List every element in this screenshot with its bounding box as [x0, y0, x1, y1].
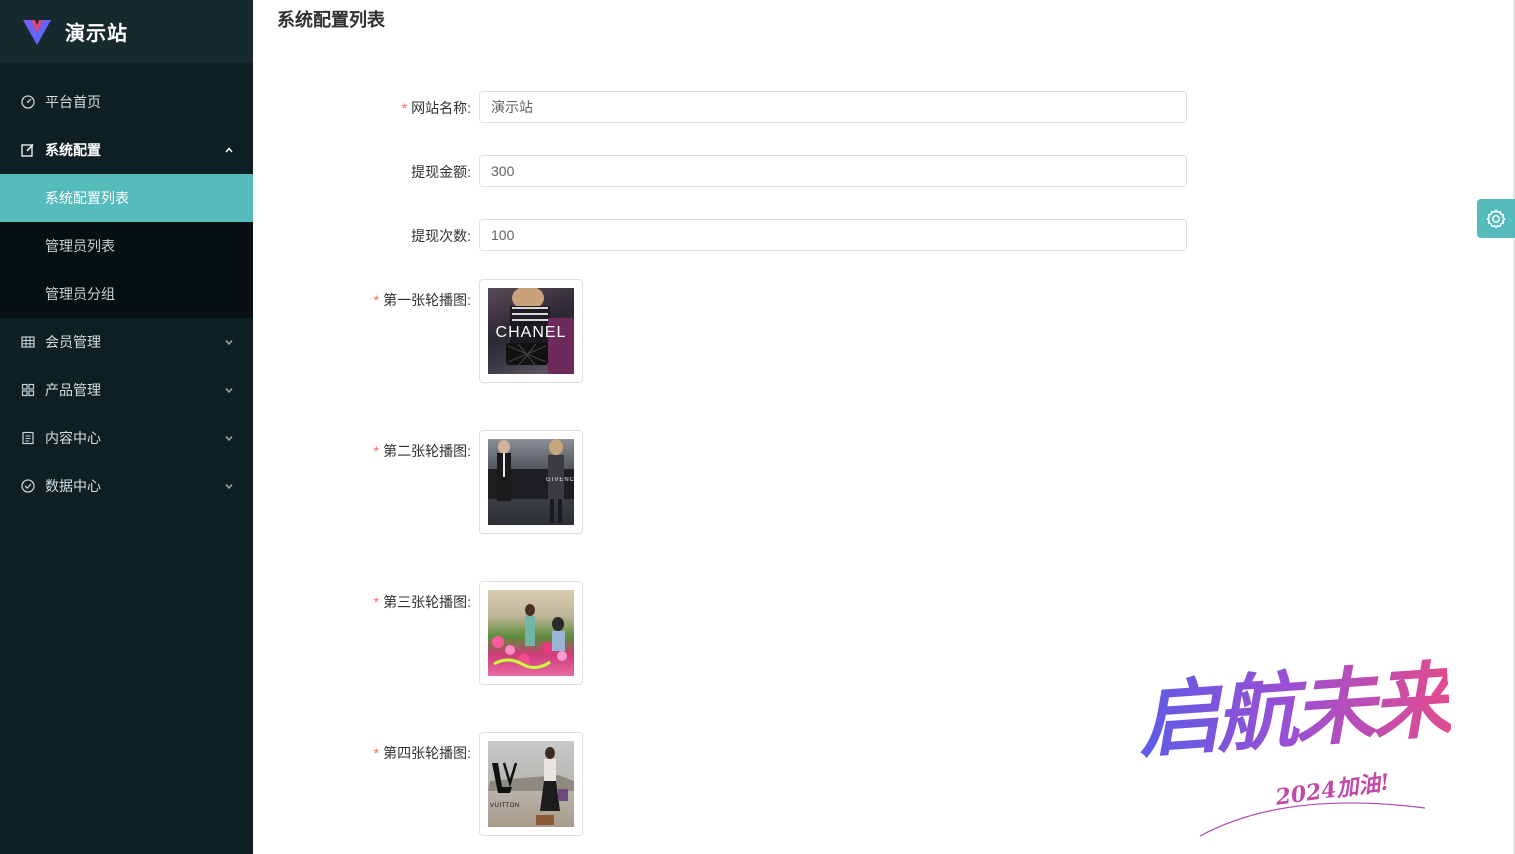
banner-2-image: GIVENCHY	[488, 439, 574, 525]
sidebar-item-label: 会员管理	[45, 334, 101, 350]
chevron-down-icon	[223, 432, 235, 444]
banner-1-image: CHANEL	[488, 288, 574, 374]
site-name-label-text: 网站名称:	[411, 100, 471, 116]
edit-icon	[20, 142, 36, 158]
banner-4-image-text: VUITTON	[490, 803, 520, 809]
banner-4-image: VUITTON	[488, 741, 574, 827]
sidebar: 演示站 平台首页 系统配置 系统配置列表 管理员列表 管理员分组 会员管理 产品…	[0, 0, 253, 854]
form-row-site-name: * 网站名称:	[253, 91, 1253, 123]
sidebar-subitem-config-list[interactable]: 系统配置列表	[0, 174, 253, 222]
withdraw-count-label: 提现次数:	[411, 228, 471, 244]
banner-3-upload[interactable]	[479, 581, 583, 685]
sidebar-item-label: 内容中心	[45, 430, 101, 446]
banner-3-label-text: 第三张轮播图:	[383, 594, 471, 610]
submenu-system-config: 系统配置列表 管理员列表 管理员分组	[0, 174, 253, 318]
banner-1-label: * 第一张轮播图:	[374, 290, 471, 310]
banner-4-label: * 第四张轮播图:	[374, 743, 471, 763]
sidebar-item-label: 系统配置	[45, 142, 101, 158]
page-title: 系统配置列表	[277, 10, 385, 30]
banner-1-image-text: CHANEL	[495, 324, 567, 341]
banner-3-label: * 第三张轮播图:	[374, 592, 471, 612]
form-row-banner-4: * 第四张轮播图: VUITTON	[253, 732, 1253, 836]
sidebar-item-data[interactable]: 数据中心	[0, 462, 253, 510]
sidebar-subitem-admin-list[interactable]: 管理员列表	[0, 222, 253, 270]
banner-2-upload[interactable]: GIVENCHY	[479, 430, 583, 534]
form-row-withdraw-amount: 提现金额:	[253, 155, 1253, 187]
chevron-up-icon	[223, 144, 235, 156]
banner-2-label: * 第二张轮播图:	[374, 441, 471, 461]
banner-4-upload[interactable]: VUITTON	[479, 732, 583, 836]
dashboard-icon	[20, 94, 36, 110]
form-row-banner-3: * 第三张轮播图:	[253, 581, 1253, 685]
withdraw-amount-label: 提现金额:	[411, 164, 471, 180]
banner-2-label-text: 第二张轮播图:	[383, 443, 471, 459]
banner-2-image-text: GIVENCHY	[546, 477, 574, 483]
sidebar-item-dashboard[interactable]: 平台首页	[0, 78, 253, 126]
brand-logo-icon	[23, 19, 51, 45]
sidebar-item-members[interactable]: 会员管理	[0, 318, 253, 366]
required-asterisk: *	[401, 100, 408, 116]
sidebar-item-system-config[interactable]: 系统配置	[0, 126, 253, 174]
app-root: 演示站 平台首页 系统配置 系统配置列表 管理员列表 管理员分组 会员管理 产品…	[0, 0, 1515, 854]
sidebar-item-label: 平台首页	[45, 94, 101, 110]
grid-icon	[20, 334, 36, 350]
settings-button[interactable]	[1477, 199, 1515, 238]
brand-name: 演示站	[65, 23, 128, 45]
gear-icon	[1486, 209, 1506, 228]
sidebar-item-products[interactable]: 产品管理	[0, 366, 253, 414]
required-asterisk: *	[373, 292, 380, 308]
required-asterisk: *	[373, 443, 380, 459]
site-name-input[interactable]	[479, 91, 1187, 123]
banner-3-image	[488, 590, 574, 676]
banner-1-upload[interactable]: CHANEL	[479, 279, 583, 383]
watermark-logo: 启航未来 2024加油!	[1125, 640, 1505, 840]
document-icon	[20, 430, 36, 446]
sidebar-item-content[interactable]: 内容中心	[0, 414, 253, 462]
form-row-withdraw-count: 提现次数:	[253, 219, 1253, 251]
sidebar-menu: 平台首页 系统配置 系统配置列表 管理员列表 管理员分组 会员管理 产品管理 内…	[0, 63, 253, 510]
banner-1-label-text: 第一张轮播图:	[383, 292, 471, 308]
logo-bar: 演示站	[0, 0, 253, 63]
apps-icon	[20, 382, 36, 398]
withdraw-count-input[interactable]	[479, 219, 1187, 251]
watermark-swoosh	[1199, 802, 1426, 837]
withdraw-amount-input[interactable]	[479, 155, 1187, 187]
required-asterisk: *	[373, 745, 380, 761]
form-row-banner-1: * 第一张轮播图: CHANEL	[253, 279, 1253, 383]
form-row-banner-2: *第二张轮播图: GIVENCHY	[253, 430, 1253, 534]
sidebar-subitem-admin-group[interactable]: 管理员分组	[0, 270, 253, 318]
check-circle-icon	[20, 478, 36, 494]
chevron-down-icon	[223, 480, 235, 492]
sidebar-item-label: 数据中心	[45, 478, 101, 494]
banner-4-label-text: 第四张轮播图:	[383, 745, 471, 761]
required-asterisk: *	[373, 594, 380, 610]
chevron-down-icon	[223, 336, 235, 348]
site-name-label: * 网站名称:	[402, 98, 471, 118]
chevron-down-icon	[223, 384, 235, 396]
sidebar-item-label: 产品管理	[45, 382, 101, 398]
